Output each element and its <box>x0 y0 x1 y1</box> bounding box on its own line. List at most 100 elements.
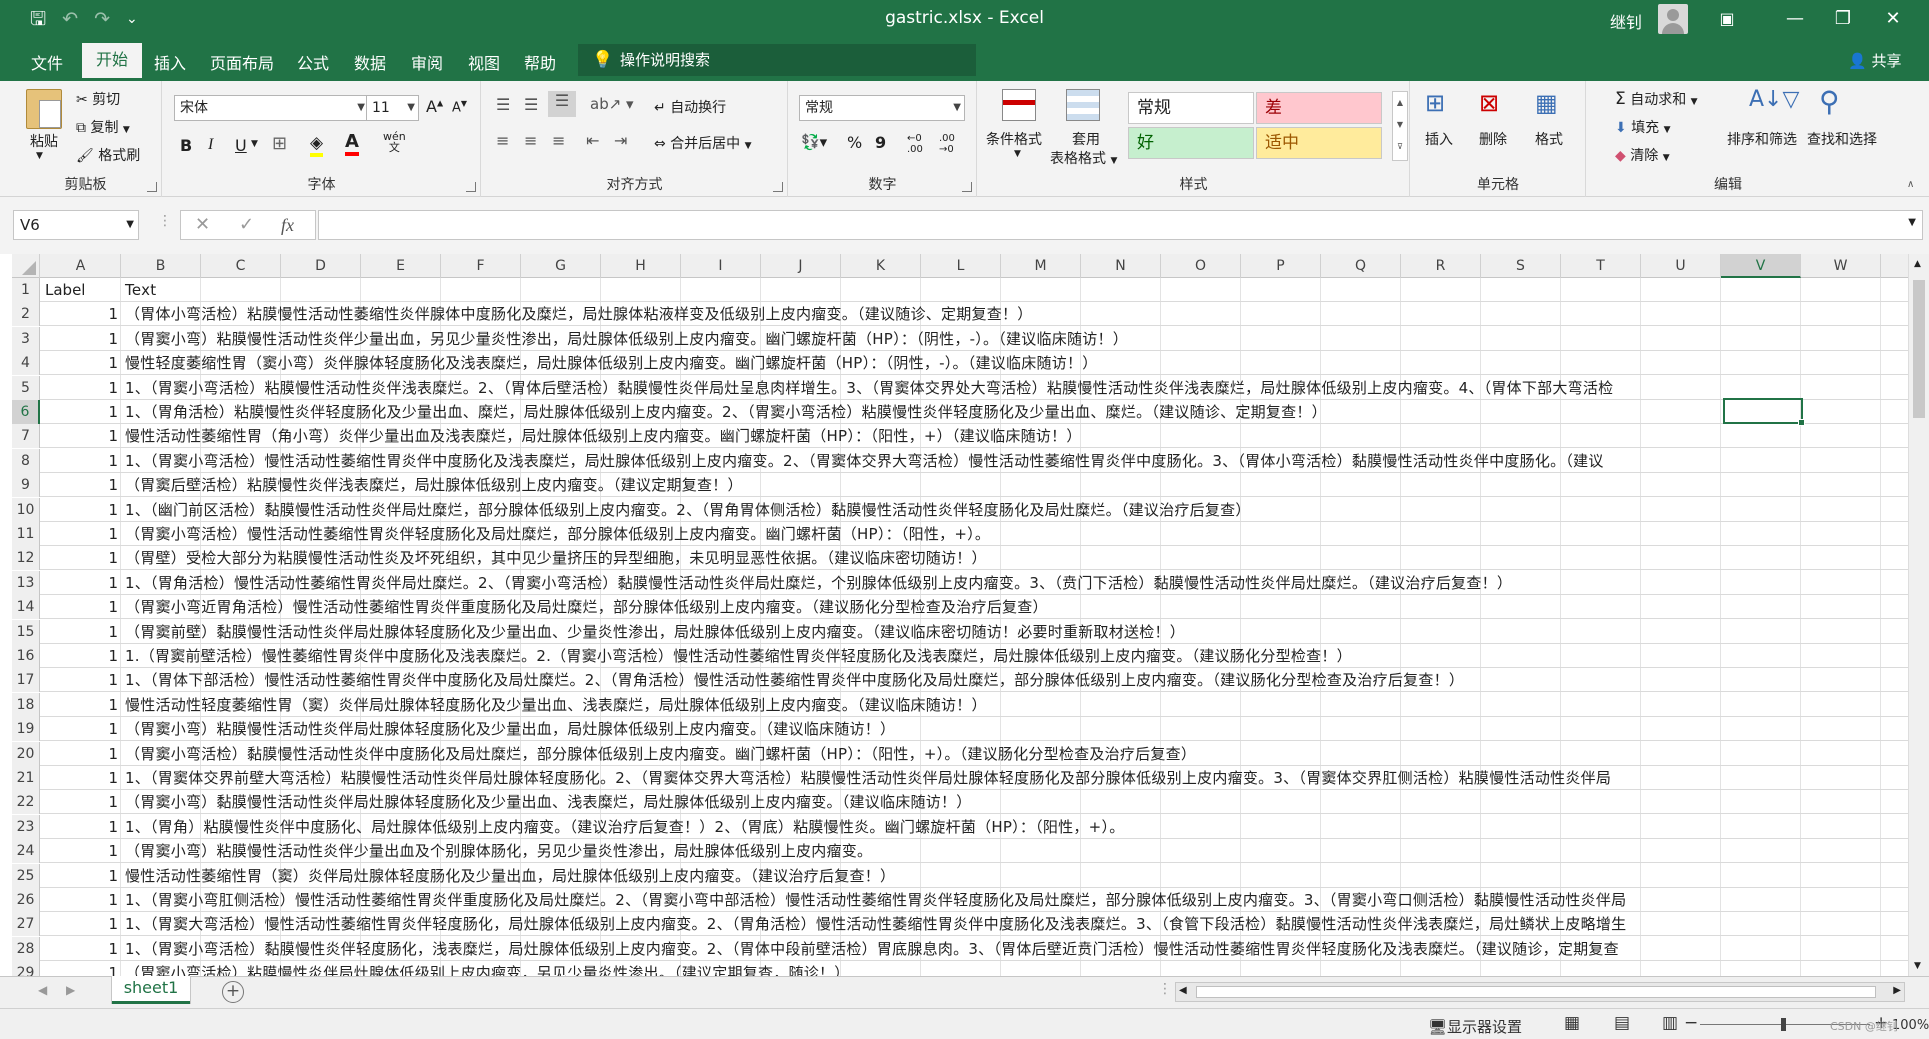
cell-label[interactable]: 1 <box>42 449 122 473</box>
cell-label[interactable]: 1 <box>42 424 122 448</box>
cell-label[interactable]: 1 <box>42 522 122 546</box>
row-header[interactable]: 9 <box>12 473 40 498</box>
table-row[interactable]: 10 1 1、（幽门前区活检）黏膜慢性活动性炎伴局灶糜烂，部分腺体低级别上皮内瘤变。… <box>12 497 1908 522</box>
table-row[interactable]: 27 1 1、（胃窦大弯活检）慢性活动性萎缩性胃炎伴轻度肠化，局灶腺体低级别上皮内瘤… <box>12 912 1908 937</box>
cell-label[interactable]: 1 <box>42 888 122 912</box>
row-header[interactable]: 10 <box>12 497 40 522</box>
table-row[interactable]: 19 1 （胃窦小弯）粘膜慢性活动性炎伴局灶腺体轻度肠化及少量出血，局灶腺体低级别上… <box>12 717 1908 742</box>
row-header[interactable]: 25 <box>12 863 40 888</box>
cell-label[interactable]: 1 <box>42 400 122 424</box>
column-header-g[interactable]: G <box>521 254 601 278</box>
align-top-icon[interactable]: ☰ <box>496 95 510 114</box>
column-header-u[interactable]: U <box>1641 254 1721 278</box>
row-header[interactable]: 14 <box>12 595 40 620</box>
find-select-icon[interactable]: ⚲ <box>1819 85 1840 118</box>
row-header[interactable]: 1 <box>12 278 40 302</box>
tab-page-layout[interactable]: 页面布局 <box>210 50 274 74</box>
cell-text[interactable]: 1、（胃窦小弯活检）慢性活动性萎缩性胃炎伴中度肠化及浅表糜烂，局灶腺体低级别上皮… <box>123 449 1604 473</box>
cell-text[interactable]: （胃窦前壁）黏膜慢性活动性炎伴局灶腺体轻度肠化及少量出血、少量炎性渗出，局灶腺体… <box>123 620 1185 644</box>
column-header-p[interactable]: P <box>1241 254 1321 278</box>
cell-text[interactable]: （胃窦小弯活检）黏膜慢性活动性炎伴中度肠化及局灶糜烂，部分腺体低级别上皮内瘤变。… <box>123 742 1196 766</box>
number-format-select[interactable]: 常规 ▼ <box>799 95 965 121</box>
table-row[interactable]: 6 1 1、（胃角活检）粘膜慢性炎伴轻度肠化及少量出血、糜烂，局灶腺体低级别上皮内瘤… <box>12 400 1908 424</box>
font-size-select[interactable]: 11 ▼ <box>366 95 419 121</box>
collapse-ribbon-icon[interactable]: ∧ <box>1907 179 1914 190</box>
tab-formulas[interactable]: 公式 <box>297 50 329 74</box>
row-header[interactable]: 12 <box>12 546 40 571</box>
vertical-scroll-thumb[interactable] <box>1913 280 1925 418</box>
tab-file[interactable]: 文件 <box>31 50 63 74</box>
cell-text[interactable]: 1、（胃窦小弯肛侧活检）慢性活动性萎缩性胃炎伴重度肠化及局灶糜烂。2、（胃窦小弯… <box>123 888 1626 912</box>
tell-me-search[interactable]: 💡 操作说明搜索 <box>578 44 976 76</box>
minimize-button[interactable]: — <box>1775 4 1815 34</box>
row-header[interactable]: 11 <box>12 522 40 546</box>
cell-text[interactable]: 1、（胃窦体交界前壁大弯活检）粘膜慢性活动性炎伴局灶腺体轻度肠化。2、（胃窦体交… <box>123 766 1611 790</box>
cell-text[interactable]: 慢性活动性萎缩性胃（窦）炎伴局灶腺体轻度肠化及少量出血，局灶腺体低级别上皮内瘤变… <box>123 864 895 888</box>
table-row[interactable]: 23 1 1、（胃角）粘膜慢性炎伴中度肠化、局灶腺体低级别上皮内瘤变。（建议治疗后复… <box>12 814 1908 839</box>
increase-font-size-button[interactable]: A▲ <box>426 97 443 116</box>
cell-text[interactable]: 1、（胃窦小弯活检）黏膜慢性炎伴轻度肠化，浅表糜烂，局灶腺体低级别上皮内瘤变。2… <box>123 937 1619 961</box>
add-sheet-button[interactable]: + <box>222 981 244 1003</box>
tab-data[interactable]: 数据 <box>354 50 386 74</box>
column-header-b[interactable]: B <box>121 254 201 278</box>
number-launcher-icon[interactable] <box>962 182 972 192</box>
table-row[interactable]: 17 1 1、（胃体下部活检）慢性活动性萎缩性胃炎伴中度肠化及局灶糜烂。2、（胃角活… <box>12 668 1908 693</box>
column-header-d[interactable]: D <box>281 254 361 278</box>
table-row[interactable]: 24 1 （胃窦小弯）粘膜慢性活动性炎伴少量出血及个别腺体肠化，另见少量炎性渗出，局… <box>12 839 1908 864</box>
format-as-table-icon[interactable] <box>1066 89 1100 121</box>
clipboard-icon[interactable] <box>26 89 62 129</box>
close-button[interactable]: ✕ <box>1873 4 1913 34</box>
conditional-dropdown-icon[interactable]: ▼ <box>1014 149 1021 159</box>
table-row[interactable]: 21 1 1、（胃窦体交界前壁大弯活检）粘膜慢性活动性炎伴局灶腺体轻度肠化。2、（胃… <box>12 766 1908 790</box>
table-row[interactable]: 8 1 1、（胃窦小弯活检）慢性活动性萎缩性胃炎伴中度肠化及浅表糜烂，局灶腺体低级别… <box>12 448 1908 473</box>
horizontal-scrollbar[interactable]: ◀ ▶ <box>1175 982 1905 1002</box>
cell-label[interactable]: 1 <box>42 546 122 570</box>
tab-insert[interactable]: 插入 <box>154 50 186 74</box>
underline-dropdown-icon[interactable]: ▼ <box>251 139 258 149</box>
copy-button[interactable]: ⧉ 复制 ▼ <box>76 117 130 137</box>
font-launcher-icon[interactable] <box>466 182 476 192</box>
table-row[interactable]: 22 1 （胃窦小弯）黏膜慢性活动性炎伴局灶腺体轻度肠化及少量出血、浅表糜烂，局灶腺… <box>12 790 1908 815</box>
paste-button[interactable]: 粘贴 <box>30 131 58 151</box>
percent-style-button[interactable]: % <box>847 133 862 152</box>
format-cells-icon[interactable]: ▦ <box>1535 89 1558 117</box>
avatar[interactable] <box>1658 4 1688 34</box>
cell-text[interactable]: 慢性活动性萎缩性胃（角小弯）炎伴少量出血及浅表糜烂，局灶腺体低级别上皮内瘤变。幽… <box>123 424 1082 448</box>
row-header[interactable]: 7 <box>12 424 40 449</box>
accounting-format-icon[interactable]: 💱▾ <box>801 133 827 151</box>
sheet-tab-sheet1[interactable]: sheet1 <box>112 976 190 1004</box>
column-header-q[interactable]: Q <box>1321 254 1401 278</box>
cell-label[interactable]: 1 <box>42 742 122 766</box>
cell-label[interactable]: 1 <box>42 912 122 936</box>
decrease-indent-icon[interactable]: ⇤ <box>586 131 599 150</box>
row-header[interactable]: 20 <box>12 741 40 766</box>
column-header-n[interactable]: N <box>1081 254 1161 278</box>
fill-color-icon[interactable]: ◈ <box>310 133 324 157</box>
row-header[interactable]: 8 <box>12 448 40 473</box>
column-header-v[interactable]: V <box>1721 254 1801 278</box>
table-row[interactable]: 3 1 （胃窦小弯）粘膜慢性活动性炎伴少量出血，另见少量炎性渗出，局灶腺体低级别上皮… <box>12 326 1908 351</box>
merge-center-button[interactable]: ⇔ 合并后居中 ▼ <box>654 133 752 153</box>
cell-text[interactable]: （胃窦小弯）粘膜慢性活动性炎伴少量出血，另见少量炎性渗出，局灶腺体低级别上皮内瘤… <box>123 327 1128 351</box>
row-header[interactable]: 6 <box>12 400 40 424</box>
table-row[interactable]: 1 Label Text <box>12 278 1908 302</box>
cell-text[interactable]: （胃体小弯活检）粘膜慢性活动性萎缩性炎伴腺体中度肠化及糜烂，局灶腺体粘液样变及低… <box>123 302 1033 326</box>
borders-icon[interactable]: ⊞ <box>272 133 287 154</box>
row-header[interactable]: 22 <box>12 790 40 815</box>
tab-help[interactable]: 帮助 <box>524 50 556 74</box>
style-bad[interactable]: 差 <box>1256 92 1382 124</box>
table-row[interactable]: 26 1 1、（胃窦小弯肛侧活检）慢性活动性萎缩性胃炎伴重度肠化及局灶糜烂。2、（胃… <box>12 888 1908 912</box>
row-header[interactable]: 13 <box>12 570 40 595</box>
table-row[interactable]: 15 1 （胃窦前壁）黏膜慢性活动性炎伴局灶腺体轻度肠化及少量出血、少量炎性渗出，局… <box>12 619 1908 644</box>
tab-split-handle-icon[interactable]: ⋮ <box>1158 981 1172 997</box>
cell-label[interactable]: 1 <box>42 571 122 595</box>
row-header[interactable]: 28 <box>12 936 40 961</box>
style-neutral[interactable]: 适中 <box>1256 127 1382 159</box>
row-header[interactable]: 21 <box>12 766 40 790</box>
table-row[interactable]: 11 1 （胃窦小弯活检）慢性活动性萎缩性胃炎伴轻度肠化及局灶糜烂，部分腺体低级别上… <box>12 522 1908 546</box>
table-row[interactable]: 20 1 （胃窦小弯活检）黏膜慢性活动性炎伴中度肠化及局灶糜烂，部分腺体低级别上皮内… <box>12 741 1908 766</box>
cell-label[interactable]: 1 <box>42 693 122 717</box>
zoom-out-button[interactable]: − <box>1684 1013 1698 1033</box>
tab-review[interactable]: 审阅 <box>411 50 443 74</box>
scroll-down-icon[interactable]: ▼ <box>1914 961 1921 971</box>
